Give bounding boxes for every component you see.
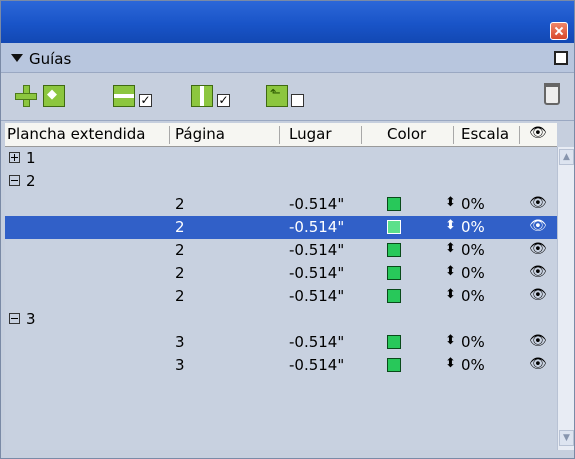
edit-guide-icon[interactable] [43, 85, 65, 107]
position-cell: -0.514" [289, 333, 345, 351]
col-visibility-icon[interactable]: 👁 [529, 125, 547, 141]
color-swatch[interactable] [387, 289, 401, 303]
vertical-guide-icon[interactable] [191, 85, 213, 107]
scale-cell: 0% [461, 195, 485, 213]
position-cell: -0.514" [289, 287, 345, 305]
visibility-icon[interactable]: 👁 [529, 241, 547, 257]
title-bar[interactable] [1, 1, 574, 43]
scale-cell: 0% [461, 264, 485, 282]
scale-spinner-icon[interactable]: ⬍ [445, 218, 456, 233]
panel-header: Guías [1, 43, 574, 73]
table-row[interactable]: 2 -0.514" ⬍ 0% 👁 [5, 193, 557, 216]
table-row[interactable]: 2 -0.514" ⬍ 0% 👁 [5, 239, 557, 262]
snap-guide-icon[interactable] [266, 85, 288, 107]
color-swatch[interactable] [387, 358, 401, 372]
expand-icon[interactable] [9, 152, 20, 163]
col-scale[interactable]: Escala [461, 125, 509, 143]
table-row[interactable]: 3 -0.514" ⬍ 0% 👁 [5, 331, 557, 354]
color-swatch[interactable] [387, 243, 401, 257]
scale-spinner-icon[interactable]: ⬍ [445, 287, 456, 302]
page-cell: 2 [175, 218, 185, 236]
add-guide-icon[interactable] [15, 85, 37, 107]
guides-window: Guías ✓ ✓ Plancha extendida Página Lugar… [0, 0, 575, 459]
group-row-3[interactable]: 3 [5, 308, 557, 331]
page-cell: 2 [175, 287, 185, 305]
position-cell: -0.514" [289, 241, 345, 259]
visibility-icon[interactable]: 👁 [529, 218, 547, 234]
color-swatch[interactable] [387, 197, 401, 211]
page-cell: 3 [175, 356, 185, 374]
collapse-icon[interactable] [11, 54, 23, 62]
vertical-scrollbar[interactable]: ▲ ▼ [557, 147, 574, 450]
table-row[interactable]: 2 -0.514" ⬍ 0% 👁 [5, 262, 557, 285]
scale-spinner-icon[interactable]: ⬍ [445, 195, 456, 210]
position-cell: -0.514" [289, 218, 345, 236]
scale-cell: 0% [461, 356, 485, 374]
group-label: 2 [26, 172, 36, 190]
group-label: 3 [26, 310, 36, 328]
col-color[interactable]: Color [387, 125, 426, 143]
horizontal-guide-icon[interactable] [113, 85, 135, 107]
toolbar: ✓ ✓ [1, 73, 574, 121]
scale-spinner-icon[interactable]: ⬍ [445, 356, 456, 371]
page-cell: 2 [175, 195, 185, 213]
table-row[interactable]: 2 -0.514" ⬍ 0% 👁 [5, 285, 557, 308]
scale-cell: 0% [461, 333, 485, 351]
page-cell: 3 [175, 333, 185, 351]
scale-cell: 0% [461, 287, 485, 305]
scale-spinner-icon[interactable]: ⬍ [445, 241, 456, 256]
position-cell: -0.514" [289, 195, 345, 213]
scroll-down-icon[interactable]: ▼ [559, 430, 574, 446]
trash-icon[interactable] [544, 83, 560, 105]
scale-spinner-icon[interactable]: ⬍ [445, 264, 456, 279]
horizontal-visible-checkbox[interactable]: ✓ [139, 94, 152, 107]
page-cell: 2 [175, 241, 185, 259]
scale-cell: 0% [461, 218, 485, 236]
position-cell: -0.514" [289, 264, 345, 282]
col-spread[interactable]: Plancha extendida [7, 125, 146, 143]
color-swatch[interactable] [387, 220, 401, 234]
group-row-2[interactable]: 2 [5, 170, 557, 193]
position-cell: -0.514" [289, 356, 345, 374]
visibility-icon[interactable]: 👁 [529, 287, 547, 303]
scale-spinner-icon[interactable]: ⬍ [445, 333, 456, 348]
table-header: Plancha extendida Página Lugar Color Esc… [5, 123, 557, 147]
scale-cell: 0% [461, 241, 485, 259]
panel-menu-icon[interactable] [554, 51, 568, 65]
vertical-visible-checkbox[interactable]: ✓ [217, 94, 230, 107]
close-icon[interactable] [550, 22, 568, 40]
color-swatch[interactable] [387, 335, 401, 349]
guides-table: Plancha extendida Página Lugar Color Esc… [5, 123, 557, 450]
table-row[interactable]: 2 -0.514" ⬍ 0% 👁 [5, 216, 557, 239]
group-row-1[interactable]: 1 [5, 147, 557, 170]
col-page[interactable]: Página [175, 125, 225, 143]
page-cell: 2 [175, 264, 185, 282]
visibility-icon[interactable]: 👁 [529, 356, 547, 372]
visibility-icon[interactable]: 👁 [529, 333, 547, 349]
scroll-up-icon[interactable]: ▲ [559, 149, 574, 165]
table-row[interactable]: 3 -0.514" ⬍ 0% 👁 [5, 354, 557, 377]
visibility-icon[interactable]: 👁 [529, 264, 547, 280]
collapse-group-icon[interactable] [9, 313, 20, 324]
snap-checkbox[interactable] [291, 94, 304, 107]
group-label: 1 [26, 149, 36, 167]
col-position[interactable]: Lugar [289, 125, 331, 143]
visibility-icon[interactable]: 👁 [529, 195, 547, 211]
collapse-group-icon[interactable] [9, 175, 20, 186]
panel-title: Guías [29, 50, 72, 68]
color-swatch[interactable] [387, 266, 401, 280]
